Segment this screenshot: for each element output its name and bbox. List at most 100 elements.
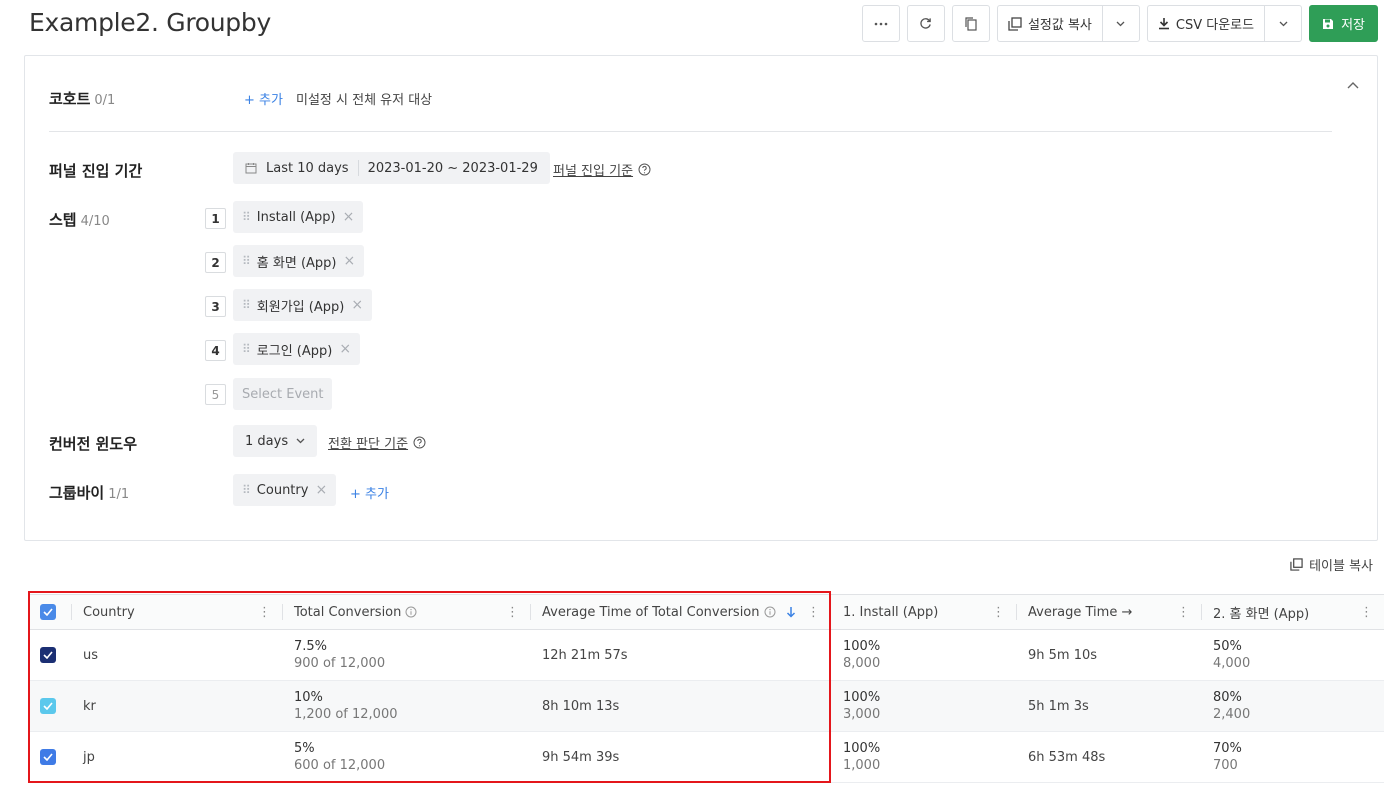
refresh-button[interactable] — [906, 5, 945, 42]
step-number: 1 — [205, 208, 226, 229]
csv-download-label: CSV 다운로드 — [1175, 18, 1255, 33]
step-chip[interactable]: ⠿ 회원가입 (App) × — [233, 289, 373, 321]
row-checkbox[interactable] — [40, 647, 56, 663]
kebab-menu-icon[interactable]: ⋮ — [1360, 605, 1373, 620]
cohort-add-link[interactable]: + 추가 — [244, 89, 283, 108]
save-icon — [1323, 18, 1334, 29]
copy-settings-dropdown[interactable] — [1103, 6, 1139, 41]
column-header-label: Average Time → — [1028, 604, 1133, 620]
column-header-total-conversion[interactable]: Total Conversion ⋮ — [282, 594, 530, 630]
more-horizontal-icon — [874, 22, 888, 25]
download-icon — [1158, 18, 1169, 30]
step-number: 3 — [205, 296, 226, 317]
table-row[interactable]: jp 5% 600 of 12,000 9h 54m 39s 100% 1,000 … — [28, 731, 1384, 783]
kebab-menu-icon[interactable]: ⋮ — [506, 605, 519, 620]
checkmark-icon — [43, 608, 53, 616]
row-checkbox[interactable] — [40, 749, 56, 765]
step-name: Install (App) — [256, 209, 336, 225]
row-checkbox[interactable] — [40, 698, 56, 714]
table-copy-label: 테이블 복사 — [1309, 559, 1373, 574]
total-conversion-pct: 5% — [294, 741, 315, 756]
total-conversion-count: 600 of 12,000 — [294, 758, 386, 773]
calendar-icon — [245, 163, 257, 174]
collapse-button[interactable] — [1347, 74, 1359, 93]
step-chip[interactable]: ⠿ 홈 화면 (App) × — [233, 245, 365, 277]
save-label: 저장 — [1341, 18, 1365, 33]
funnel-entry-criteria-text: 퍼널 진입 기준 — [553, 164, 634, 179]
close-icon[interactable]: × — [343, 253, 355, 269]
drag-handle-icon[interactable]: ⠿ — [242, 210, 251, 224]
copy-settings-button[interactable]: 설정값 복사 — [998, 6, 1103, 41]
groupby-chip[interactable]: ⠿ Country × — [233, 474, 337, 506]
save-button[interactable]: 저장 — [1309, 5, 1378, 42]
step1-pct: 100% — [843, 690, 881, 705]
total-conversion-pct: 10% — [294, 690, 323, 705]
close-icon[interactable]: × — [351, 297, 363, 313]
total-conversion-count: 1,200 of 12,000 — [294, 707, 398, 722]
kebab-menu-icon[interactable]: ⋮ — [807, 605, 820, 620]
column-header-avg-time-total[interactable]: Average Time of Total Conversion ⋮ — [530, 594, 831, 630]
step-name: 홈 화면 (App) — [256, 255, 337, 271]
checkmark-icon — [43, 753, 53, 761]
column-header-step2[interactable]: 2. 홈 화면 (App) ⋮ — [1201, 594, 1384, 630]
kebab-menu-icon[interactable]: ⋮ — [1177, 605, 1190, 620]
csv-download-dropdown[interactable] — [1265, 6, 1301, 41]
column-header-avg-time[interactable]: Average Time → ⋮ — [1016, 594, 1201, 630]
drag-handle-icon[interactable]: ⠿ — [242, 298, 251, 312]
close-icon[interactable]: × — [315, 482, 327, 498]
funnel-entry-criteria-link[interactable]: 퍼널 진입 기준 — [553, 160, 651, 179]
conversion-criteria-text: 전환 판단 기준 — [328, 437, 409, 452]
step1-count: 1,000 — [843, 758, 881, 773]
country-cell: us — [83, 647, 99, 663]
kebab-menu-icon[interactable]: ⋮ — [258, 605, 271, 620]
step2-pct: 80% — [1213, 690, 1242, 705]
help-circle-icon — [638, 163, 651, 176]
cohort-label: 코호트 0/1 — [49, 88, 115, 109]
avg-time-cell: 9h 5m 10s — [1028, 647, 1098, 663]
drag-handle-icon[interactable]: ⠿ — [242, 483, 251, 497]
step1-pct: 100% — [843, 639, 881, 654]
table-row[interactable]: kr 10% 1,200 of 12,000 8h 10m 13s 100% 3,0… — [28, 680, 1384, 732]
info-icon[interactable] — [405, 606, 417, 618]
divider — [49, 131, 1332, 132]
funnel-config-panel: 코호트 0/1 + 추가 미설정 시 전체 유저 대상 퍼널 진입 기간 Last… — [24, 55, 1378, 541]
copy-settings-label: 설정값 복사 — [1027, 18, 1092, 33]
sort-descending-icon[interactable] — [786, 606, 796, 618]
country-cell: kr — [83, 698, 96, 714]
groupby-chip-name: Country — [256, 482, 309, 498]
date-preset: Last 10 days — [266, 160, 349, 176]
column-header-country[interactable]: Country ⋮ — [71, 594, 282, 630]
more-button[interactable] — [861, 5, 900, 42]
close-icon[interactable]: × — [343, 209, 355, 225]
select-all-header — [28, 594, 71, 630]
conversion-window-select[interactable]: 1 days — [233, 425, 318, 457]
step2-pct: 70% — [1213, 741, 1242, 756]
chevron-up-icon — [1347, 82, 1359, 89]
step-chip[interactable]: ⠿ Install (App) × — [233, 201, 364, 233]
step-chip[interactable]: ⠿ 로그인 (App) × — [233, 333, 361, 365]
table-row[interactable]: us 7.5% 900 of 12,000 12h 21m 57s 100% 8,0… — [28, 629, 1384, 681]
step-name: 회원가입 (App) — [256, 299, 345, 315]
info-icon[interactable] — [764, 606, 776, 618]
copy-icon — [1290, 558, 1303, 571]
step1-pct: 100% — [843, 741, 881, 756]
date-range-picker[interactable]: Last 10 days 2023-01-20 ~ 2023-01-29 — [233, 152, 550, 184]
groupby-add-link[interactable]: + 추가 — [350, 483, 389, 502]
avg-time-cell: 5h 1m 3s — [1028, 698, 1089, 714]
close-icon[interactable]: × — [339, 341, 351, 357]
select-event-dropdown[interactable]: Select Event — [233, 378, 333, 410]
drag-handle-icon[interactable]: ⠿ — [242, 342, 251, 356]
csv-download-button[interactable]: CSV 다운로드 — [1148, 6, 1266, 41]
table-copy-button[interactable]: 테이블 복사 — [1290, 555, 1373, 574]
csv-download-button-group: CSV 다운로드 — [1146, 5, 1303, 42]
chevron-down-icon — [1116, 21, 1125, 26]
conversion-criteria-link[interactable]: 전환 판단 기준 — [328, 433, 426, 452]
kebab-menu-icon[interactable]: ⋮ — [992, 605, 1005, 620]
duplicate-button[interactable] — [951, 5, 990, 42]
copy-icon — [1008, 16, 1022, 31]
select-all-checkbox[interactable] — [40, 604, 56, 620]
avg-time-total-cell: 8h 10m 13s — [542, 698, 620, 714]
column-header-label: Total Conversion — [294, 604, 402, 620]
drag-handle-icon[interactable]: ⠿ — [242, 254, 251, 268]
column-header-step1[interactable]: 1. Install (App) ⋮ — [831, 594, 1016, 630]
